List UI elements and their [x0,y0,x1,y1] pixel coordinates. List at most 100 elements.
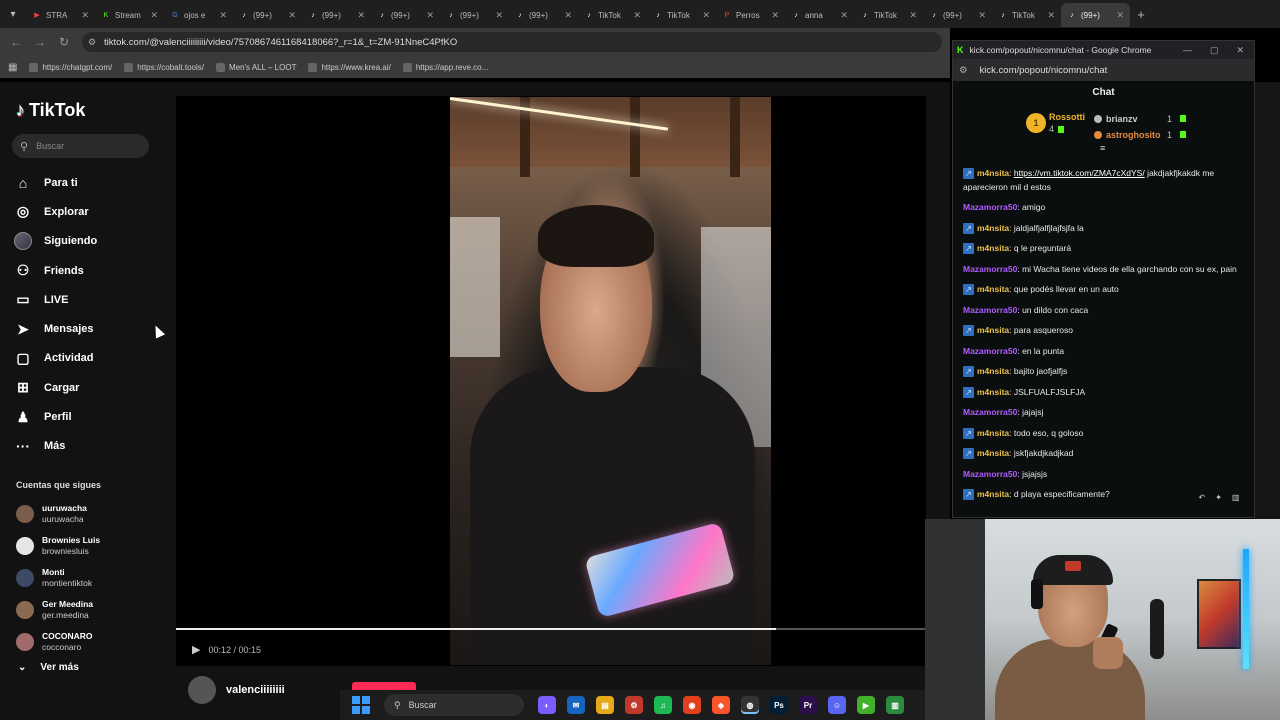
tab-close-icon[interactable]: ✕ [426,10,434,21]
filter-icon[interactable]: ≡ [1100,143,1105,153]
browser-tab[interactable]: ♪ anna ✕ [785,3,854,27]
channel-info[interactable]: valenciiiiiiii [188,676,285,704]
following-item[interactable]: Ger Meedina ger.meedina [16,594,166,626]
browser-tab[interactable]: ▶ STRA ✕ [26,3,95,27]
channel-name[interactable]: valenciiiiiiii [226,684,285,696]
browser-tab[interactable]: ♪ (99+) ✕ [233,3,302,27]
close-icon[interactable]: ✕ [1236,45,1244,56]
sidebar-item-siguiendo[interactable]: Siguiendo [14,227,164,256]
chat-message[interactable]: ↗ m4nsita: bajito jaofjalfjs [963,365,1249,379]
chat-message[interactable]: Mazamorra50: jajajsj [963,406,1249,420]
taskbar-search[interactable]: ⚲ Buscar [384,694,524,716]
tab-close-icon[interactable]: ✕ [81,10,89,21]
video-progress-bar[interactable] [176,628,926,630]
tiktok-search[interactable]: ⚲ [12,134,149,158]
sidebar-item-actividad[interactable]: ▢ Actividad [14,344,164,373]
chat-username[interactable]: m4nsita [977,223,1009,233]
chat-link[interactable]: https://vm.tiktok.com/ZMA7cXdYS/ [1014,168,1145,178]
chat-message[interactable]: ↗ m4nsita: JSLFUALFJSLFJA [963,386,1249,400]
chat-username[interactable]: m4nsita [977,366,1009,376]
taskbar-app-icon[interactable]: ▶ [857,696,875,714]
chat-username[interactable]: Mazamorra50 [963,264,1017,274]
browser-tab[interactable]: ♪ (99+) ✕ [440,3,509,27]
chat-username[interactable]: m4nsita [977,325,1009,335]
tab-close-icon[interactable]: ✕ [771,10,779,21]
start-button[interactable] [352,696,370,714]
taskbar-app-icon[interactable]: Pr [799,696,817,714]
chat-message[interactable]: ↗ m4nsita: q le preguntará [963,242,1249,256]
url-field[interactable]: ⚙ tiktok.com/@valenciiiiiiiii/video/7570… [82,32,942,52]
sidebar-item-explorar[interactable]: ◎ Explorar [14,197,164,226]
taskbar-app-icon[interactable]: ♫ [654,696,672,714]
apps-icon[interactable]: ▦ [8,62,17,73]
tab-close-icon[interactable]: ✕ [702,10,710,21]
bookmark-1[interactable]: https://cobalt.tools/ [124,62,204,72]
taskbar-app-icon[interactable]: ◆ [712,696,730,714]
chat-message[interactable]: ↗ m4nsita: https://vm.tiktok.com/ZMA7cXdY… [963,167,1249,194]
browser-tab[interactable]: ♪ (99+) ✕ [923,3,992,27]
browser-tab[interactable]: ♪ (99+) ✕ [1061,3,1130,27]
sidebar-item-cargar[interactable]: ⊞ Cargar [14,373,164,402]
leader-first[interactable]: Rossotti 4 [1049,111,1085,135]
taskbar-app-icon[interactable]: ▤ [596,696,614,714]
bookmark-4[interactable]: https://app.reve.co... [402,62,488,72]
tab-close-icon[interactable]: ✕ [150,10,158,21]
sidebar-item-más[interactable]: ··· Más [14,432,164,461]
maximize-icon[interactable]: ▢ [1210,45,1219,56]
chat-username[interactable]: Mazamorra50 [963,202,1017,212]
play-icon[interactable]: ▶ [192,643,200,656]
chat-username[interactable]: m4nsita [977,168,1009,178]
tab-close-icon[interactable]: ✕ [909,10,917,21]
chat-username[interactable]: Mazamorra50 [963,305,1017,315]
sidebar-item-para-ti[interactable]: ⌂ Para ti [14,168,164,197]
bookmark-2[interactable]: Men's ALL – LOOT [215,62,296,72]
browser-tab[interactable]: ♪ TikTok ✕ [578,3,647,27]
browser-tab[interactable]: ♪ (99+) ✕ [509,3,578,27]
chat-username[interactable]: m4nsita [977,428,1009,438]
tab-close-icon[interactable]: ✕ [495,10,503,21]
tab-close-icon[interactable]: ✕ [219,10,227,21]
following-item[interactable]: uuruwacha uuruwacha [16,498,166,530]
tab-close-icon[interactable]: ✕ [840,10,848,21]
site-info-icon[interactable]: ⚙ [88,37,96,48]
reload-icon[interactable]: ↻ [52,35,76,49]
kick-url-bar[interactable]: ⚙ kick.com/popout/nicomnu/chat [953,59,1254,81]
browser-tab[interactable]: ♪ TikTok ✕ [854,3,923,27]
site-info-icon[interactable]: ⚙ [959,65,968,76]
bookmark-3[interactable]: https://www.krea.ai/ [308,62,391,72]
chat-username[interactable]: Mazamorra50 [963,346,1017,356]
video-frame[interactable] [450,97,771,665]
tab-close-icon[interactable]: ✕ [1116,10,1124,21]
chat-message[interactable]: ↗ m4nsita: que podés llevar en un auto [963,283,1249,297]
tab-close-icon[interactable]: ✕ [288,10,296,21]
chat-message[interactable]: Mazamorra50: en la punta [963,345,1249,359]
delete-icon[interactable]: ▥ [1232,493,1240,502]
chat-username[interactable]: m4nsita [977,387,1009,397]
tab-close-icon[interactable]: ✕ [564,10,572,21]
back-icon[interactable]: ← [4,35,28,49]
browser-tab[interactable]: ♪ TikTok ✕ [992,3,1061,27]
browser-tab[interactable]: Gojos e ✕ [164,3,233,27]
leader-second[interactable]: brianzv 1 [1094,111,1186,127]
chat-username[interactable]: m4nsita [977,284,1009,294]
ver-mas-button[interactable]: ⌄ Ver más [18,662,79,673]
chat-username[interactable]: m4nsita [977,489,1009,499]
taskbar-app-icon[interactable]: ▥ [886,696,904,714]
taskbar-app-icon[interactable]: ◐ [538,696,556,714]
sidebar-item-friends[interactable]: ⚇ Friends [14,256,164,285]
chat-username[interactable]: m4nsita [977,448,1009,458]
forward-icon[interactable]: → [28,35,52,49]
chat-message[interactable]: ↗ m4nsita: jskfjakdjkadjkad [963,447,1249,461]
pin-icon[interactable]: ✦ [1215,493,1222,502]
new-tab-button[interactable]: + [1130,7,1152,22]
sidebar-item-perfil[interactable]: ♟ Perfil [14,402,164,431]
search-input[interactable] [36,141,137,151]
tab-close-icon[interactable]: ✕ [978,10,986,21]
tiktok-logo[interactable]: ♪ TikTok [16,100,85,121]
browser-tab[interactable]: K Stream ✕ [95,3,164,27]
reply-icon[interactable]: ↶ [1199,493,1206,502]
leader-third[interactable]: astroghosito 1 [1094,127,1186,143]
taskbar-app-icon[interactable]: ◉ [683,696,701,714]
sidebar-item-live[interactable]: ▭ LIVE [14,285,164,314]
chat-username[interactable]: Mazamorra50 [963,407,1017,417]
